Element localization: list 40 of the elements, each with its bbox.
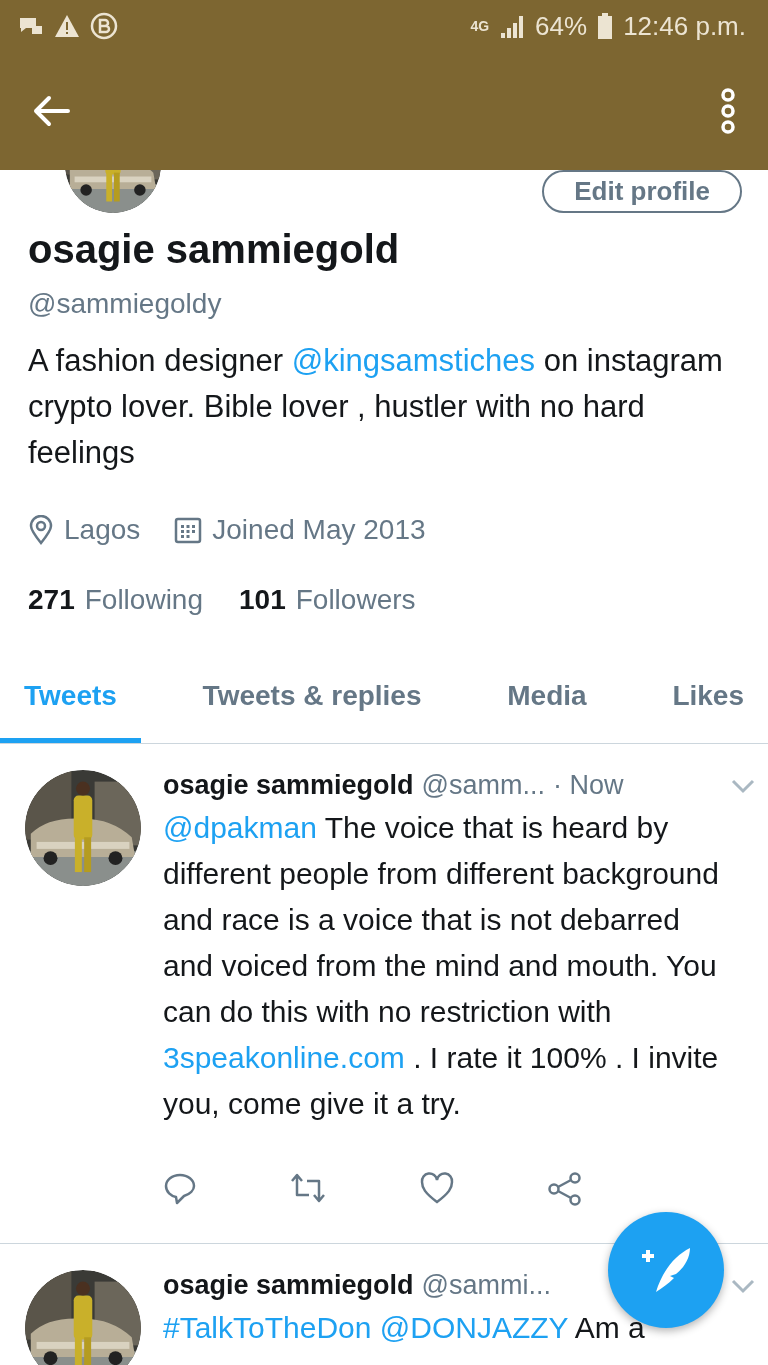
- signal-icon: [499, 14, 526, 38]
- battery-icon: [597, 13, 614, 39]
- tweet-time: · Now: [553, 770, 624, 801]
- battery-percent: 64%: [535, 10, 588, 42]
- tab[interactable]: Media: [483, 660, 611, 743]
- heart-icon[interactable]: [419, 1171, 455, 1205]
- profile-name: osagie sammiegold: [28, 227, 401, 272]
- more-options-icon[interactable]: [718, 87, 738, 135]
- tweet-text: @dpakman The voice that is heard by different people from different background and race is a voice that is not debarred and voiced from the mind and mouth. You can do this with no restriction with 3speakonline.com . I rate it 100% . I invite you, come give it a try.: [163, 810, 720, 1122]
- link[interactable]: @dpakman: [163, 811, 317, 844]
- link[interactable]: #TalkToTheDon: [163, 1311, 372, 1344]
- following-label: Following: [84, 584, 203, 616]
- author-handle: @sammi...: [421, 1270, 551, 1301]
- profile-handle: @sammiegoldy: [28, 288, 223, 320]
- share-icon[interactable]: [547, 1171, 583, 1207]
- retweet-icon[interactable]: [289, 1171, 327, 1205]
- location-pin-icon: [28, 515, 54, 545]
- edit-profile-button[interactable]: Edit profile: [542, 170, 742, 213]
- calendar-icon: [174, 516, 203, 544]
- reply-icon[interactable]: [163, 1171, 197, 1205]
- tab[interactable]: Likes: [648, 660, 768, 743]
- join-date: Joined May 2013: [212, 514, 426, 546]
- warning-icon: [54, 14, 80, 38]
- link[interactable]: @DONJAZZY: [379, 1311, 569, 1344]
- link[interactable]: 3speakonline.com: [163, 1041, 405, 1074]
- back-arrow-icon[interactable]: [32, 95, 70, 127]
- followers-label: Followers: [295, 584, 416, 616]
- link[interactable]: @kingsamstiches: [291, 343, 536, 378]
- b-icon: [90, 12, 118, 40]
- clock: 12:46 p.m.: [623, 10, 746, 42]
- network-type: 4G: [470, 18, 490, 34]
- followers-count: 101: [239, 584, 286, 616]
- author-name: osagie sammiegold: [163, 770, 414, 801]
- location: Lagos: [64, 514, 141, 546]
- following-count: 271: [28, 584, 75, 616]
- tab[interactable]: Tweets: [0, 660, 141, 743]
- tab[interactable]: Tweets & replies: [178, 660, 446, 743]
- author-name: osagie sammiegold: [163, 1270, 414, 1301]
- bio: A fashion designer @kingsamstiches on instagram crypto lover. Bible lover , hustler with no hard feelings: [28, 342, 724, 472]
- author-handle: @samm...: [421, 770, 545, 801]
